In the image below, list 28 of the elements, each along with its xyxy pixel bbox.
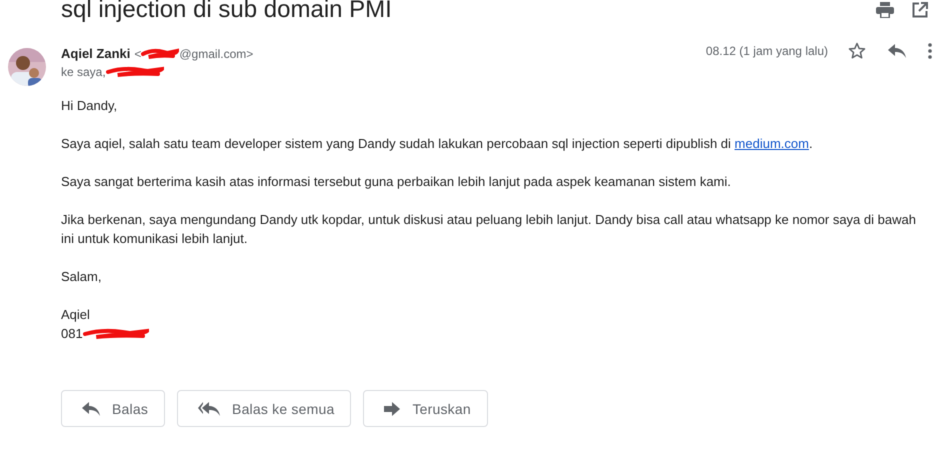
phone-number: 081 (61, 325, 83, 343)
paragraph: Salam, (61, 268, 102, 286)
link[interactable]: medium.com (734, 136, 809, 151)
paragraph: Saya sangat berterima kasih atas informasi tersebut guna perbaikan lebih lanjut pada aspek keamanan sistem kami. (61, 173, 732, 191)
redaction-mark (82, 326, 149, 340)
reply-all-button[interactable]: Balas ke semua (177, 390, 352, 427)
open-in-new-window-icon[interactable] (912, 2, 928, 18)
avatar (8, 48, 46, 86)
print-icon[interactable] (876, 2, 894, 18)
forward-button[interactable]: Teruskan (363, 390, 488, 427)
star-icon[interactable] (848, 42, 866, 60)
timestamp: 08.12 (1 jam yang lalu) (706, 44, 828, 58)
paragraph: Jika berkenan, saya mengundang Dandy utk kopdar, untuk diskusi atau peluang lebih lanjut. Dandy bisa call atau whatsapp ke nomor saya di bawah ini untuk komunikasi lebih lanjut. (61, 211, 917, 248)
sender-name: Aqiel Zanki (61, 46, 130, 61)
reply-all-icon (198, 402, 220, 416)
paragraph: Hi Dandy, (61, 97, 118, 115)
reply-button[interactable]: Balas (61, 390, 166, 427)
redaction-mark (106, 65, 164, 79)
reply-icon[interactable] (888, 44, 906, 58)
forward-icon (384, 402, 400, 416)
sender-email: @gmail.com> (179, 46, 254, 60)
more-options-icon[interactable] (928, 43, 932, 59)
signature-name: Aqiel (61, 306, 91, 324)
paragraph: Saya aqiel, salah satu team developer sistem yang Dandy sudah lakukan percobaan sql injection seperti dipublish di medium.com. (61, 135, 814, 153)
reply-icon (82, 402, 100, 416)
recipient-text[interactable]: ke saya, (61, 65, 106, 79)
redaction-mark (141, 46, 180, 60)
email-prefix: < (134, 46, 142, 60)
